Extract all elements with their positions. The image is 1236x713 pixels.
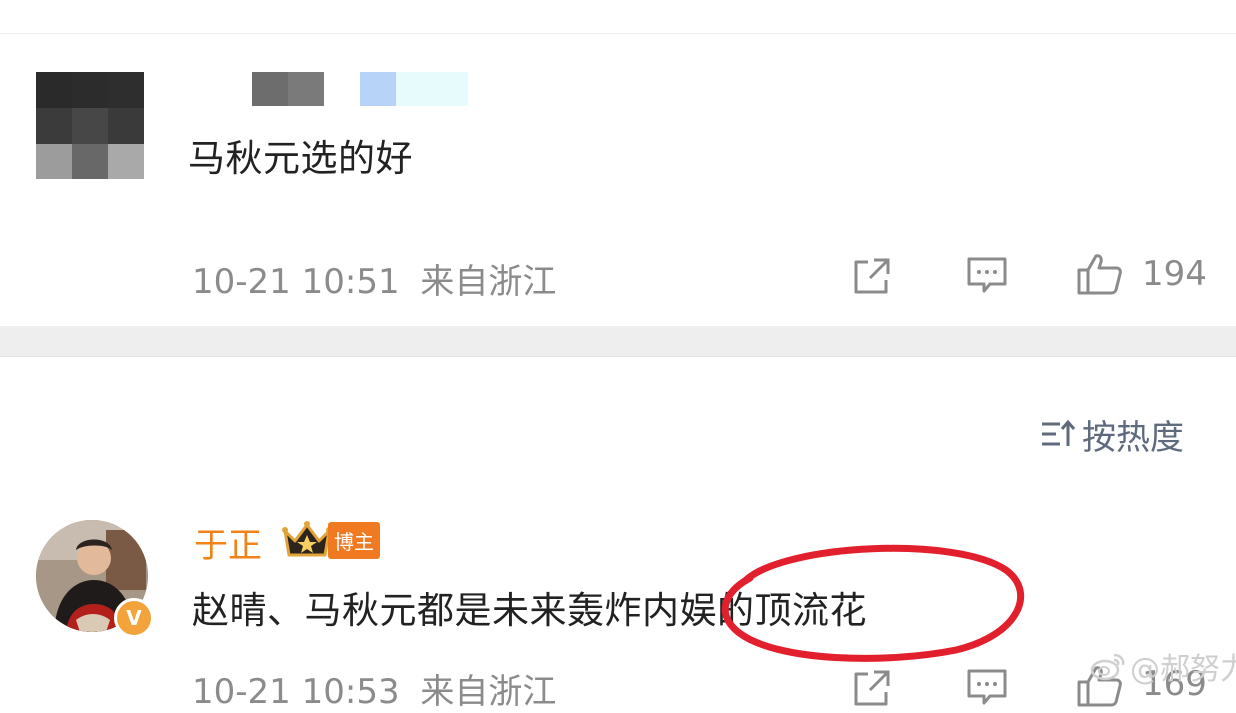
watermark-text: @郝努力 xyxy=(1130,652,1236,687)
comment-location: 来自浙江 xyxy=(420,672,557,712)
crown-icon xyxy=(282,519,332,561)
avatar-pixel-block xyxy=(108,108,144,144)
avatar-pixel-block xyxy=(36,72,72,108)
comment-text: 赵晴、马秋元都是未来轰炸内娱的顶流花 xyxy=(192,589,867,632)
sort-icon xyxy=(1040,418,1076,450)
comment-meta: 10-21 10:53 来自浙江 xyxy=(192,664,556,713)
like-count: 194 xyxy=(1142,254,1207,294)
avatar-pixel-block xyxy=(36,108,72,144)
top-divider xyxy=(0,33,1236,34)
comment-meta: 10-21 10:51 来自浙江 xyxy=(192,254,556,303)
user-name[interactable]: 于正 xyxy=(194,518,262,567)
watermark: @郝努力 xyxy=(1090,646,1236,687)
avatar-pixel-block xyxy=(72,108,108,144)
avatar-pixel-block xyxy=(108,144,144,179)
section-divider xyxy=(0,326,1236,357)
like-icon[interactable] xyxy=(1076,252,1124,296)
avatar-pixel-block xyxy=(72,72,108,108)
badge-label: 博主 xyxy=(328,521,380,559)
avatar[interactable] xyxy=(36,72,144,179)
avatar-pixel-block xyxy=(108,72,144,108)
weibo-logo-icon xyxy=(1090,651,1126,681)
blurred-badge xyxy=(360,72,396,106)
blogger-badge: 博主 xyxy=(282,518,380,562)
share-icon[interactable] xyxy=(852,668,894,708)
comment-icon[interactable] xyxy=(966,668,1008,708)
comment-time: 10-21 10:51 xyxy=(192,262,400,302)
sort-by-hot-button[interactable]: 按热度 xyxy=(1040,412,1184,458)
blurred-username-segment xyxy=(288,72,324,106)
share-icon[interactable] xyxy=(852,256,894,296)
avatar-pixel-block xyxy=(36,144,72,179)
blurred-badge-segment xyxy=(396,72,468,106)
comment-icon[interactable] xyxy=(966,256,1008,296)
comment-text: 马秋元选的好 xyxy=(188,137,413,180)
verified-badge: V xyxy=(114,598,154,638)
avatar-pixel-block xyxy=(72,144,108,179)
comment-location: 来自浙江 xyxy=(420,262,557,302)
section-divider-edge xyxy=(0,356,1236,357)
sort-label: 按热度 xyxy=(1082,417,1184,458)
comment-time: 10-21 10:53 xyxy=(192,672,400,712)
